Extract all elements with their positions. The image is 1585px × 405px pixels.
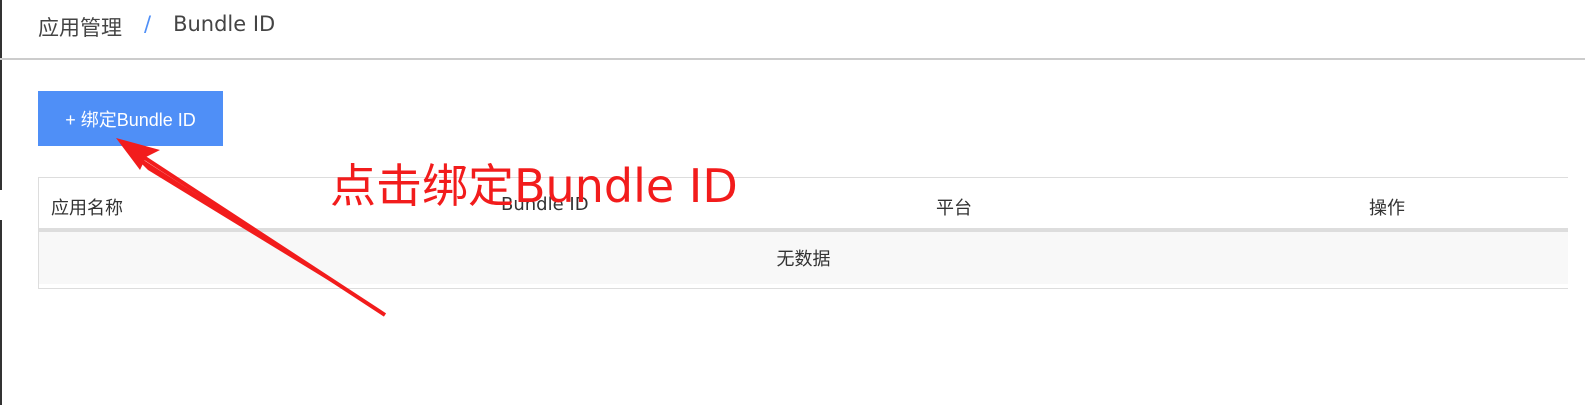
annotation-arrow-icon: [116, 138, 387, 317]
